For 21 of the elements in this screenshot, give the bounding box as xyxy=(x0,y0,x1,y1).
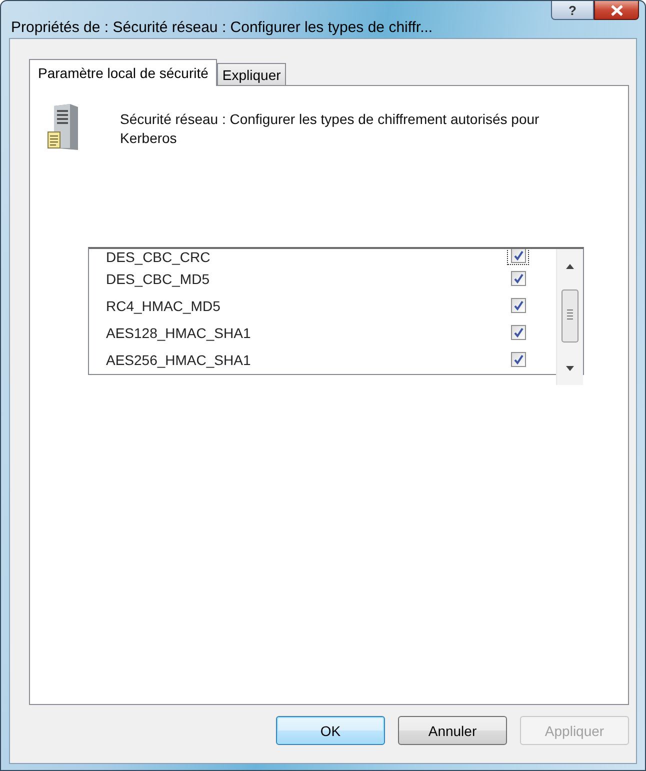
close-icon xyxy=(610,4,624,16)
list-item-label: AES256_HMAC_SHA1 xyxy=(106,352,252,368)
close-button[interactable] xyxy=(594,1,639,20)
server-icon xyxy=(46,102,80,152)
list-item-label: RC4_HMAC_MD5 xyxy=(106,298,222,314)
tab[interactable]: Paramètre local de sécurité xyxy=(29,59,218,86)
checkbox[interactable] xyxy=(510,325,526,340)
list-item-label: AES128_HMAC_SHA1 xyxy=(106,324,252,340)
checkbox[interactable] xyxy=(510,249,526,262)
list-item-label: DES_CBC_MD5 xyxy=(106,270,210,286)
list-item-label: DES_CBC_CRC xyxy=(106,249,212,265)
window-title: Propriétés de : Sécurité réseau : Configurer les types de chiffr... xyxy=(10,18,434,36)
scrollbar[interactable] xyxy=(556,249,583,385)
dialog-button[interactable]: Annuler xyxy=(398,716,507,745)
checkbox[interactable] xyxy=(510,271,526,286)
tab[interactable]: Expliquer xyxy=(217,63,286,85)
dialog-button[interactable]: OK xyxy=(276,716,385,745)
checkbox[interactable] xyxy=(510,298,526,313)
policy-description: Sécurité réseau : Configurer les types de chiffrement autorisés pour Kerberos xyxy=(120,110,540,148)
checkbox[interactable] xyxy=(510,352,526,367)
help-button[interactable]: ? xyxy=(551,1,594,20)
